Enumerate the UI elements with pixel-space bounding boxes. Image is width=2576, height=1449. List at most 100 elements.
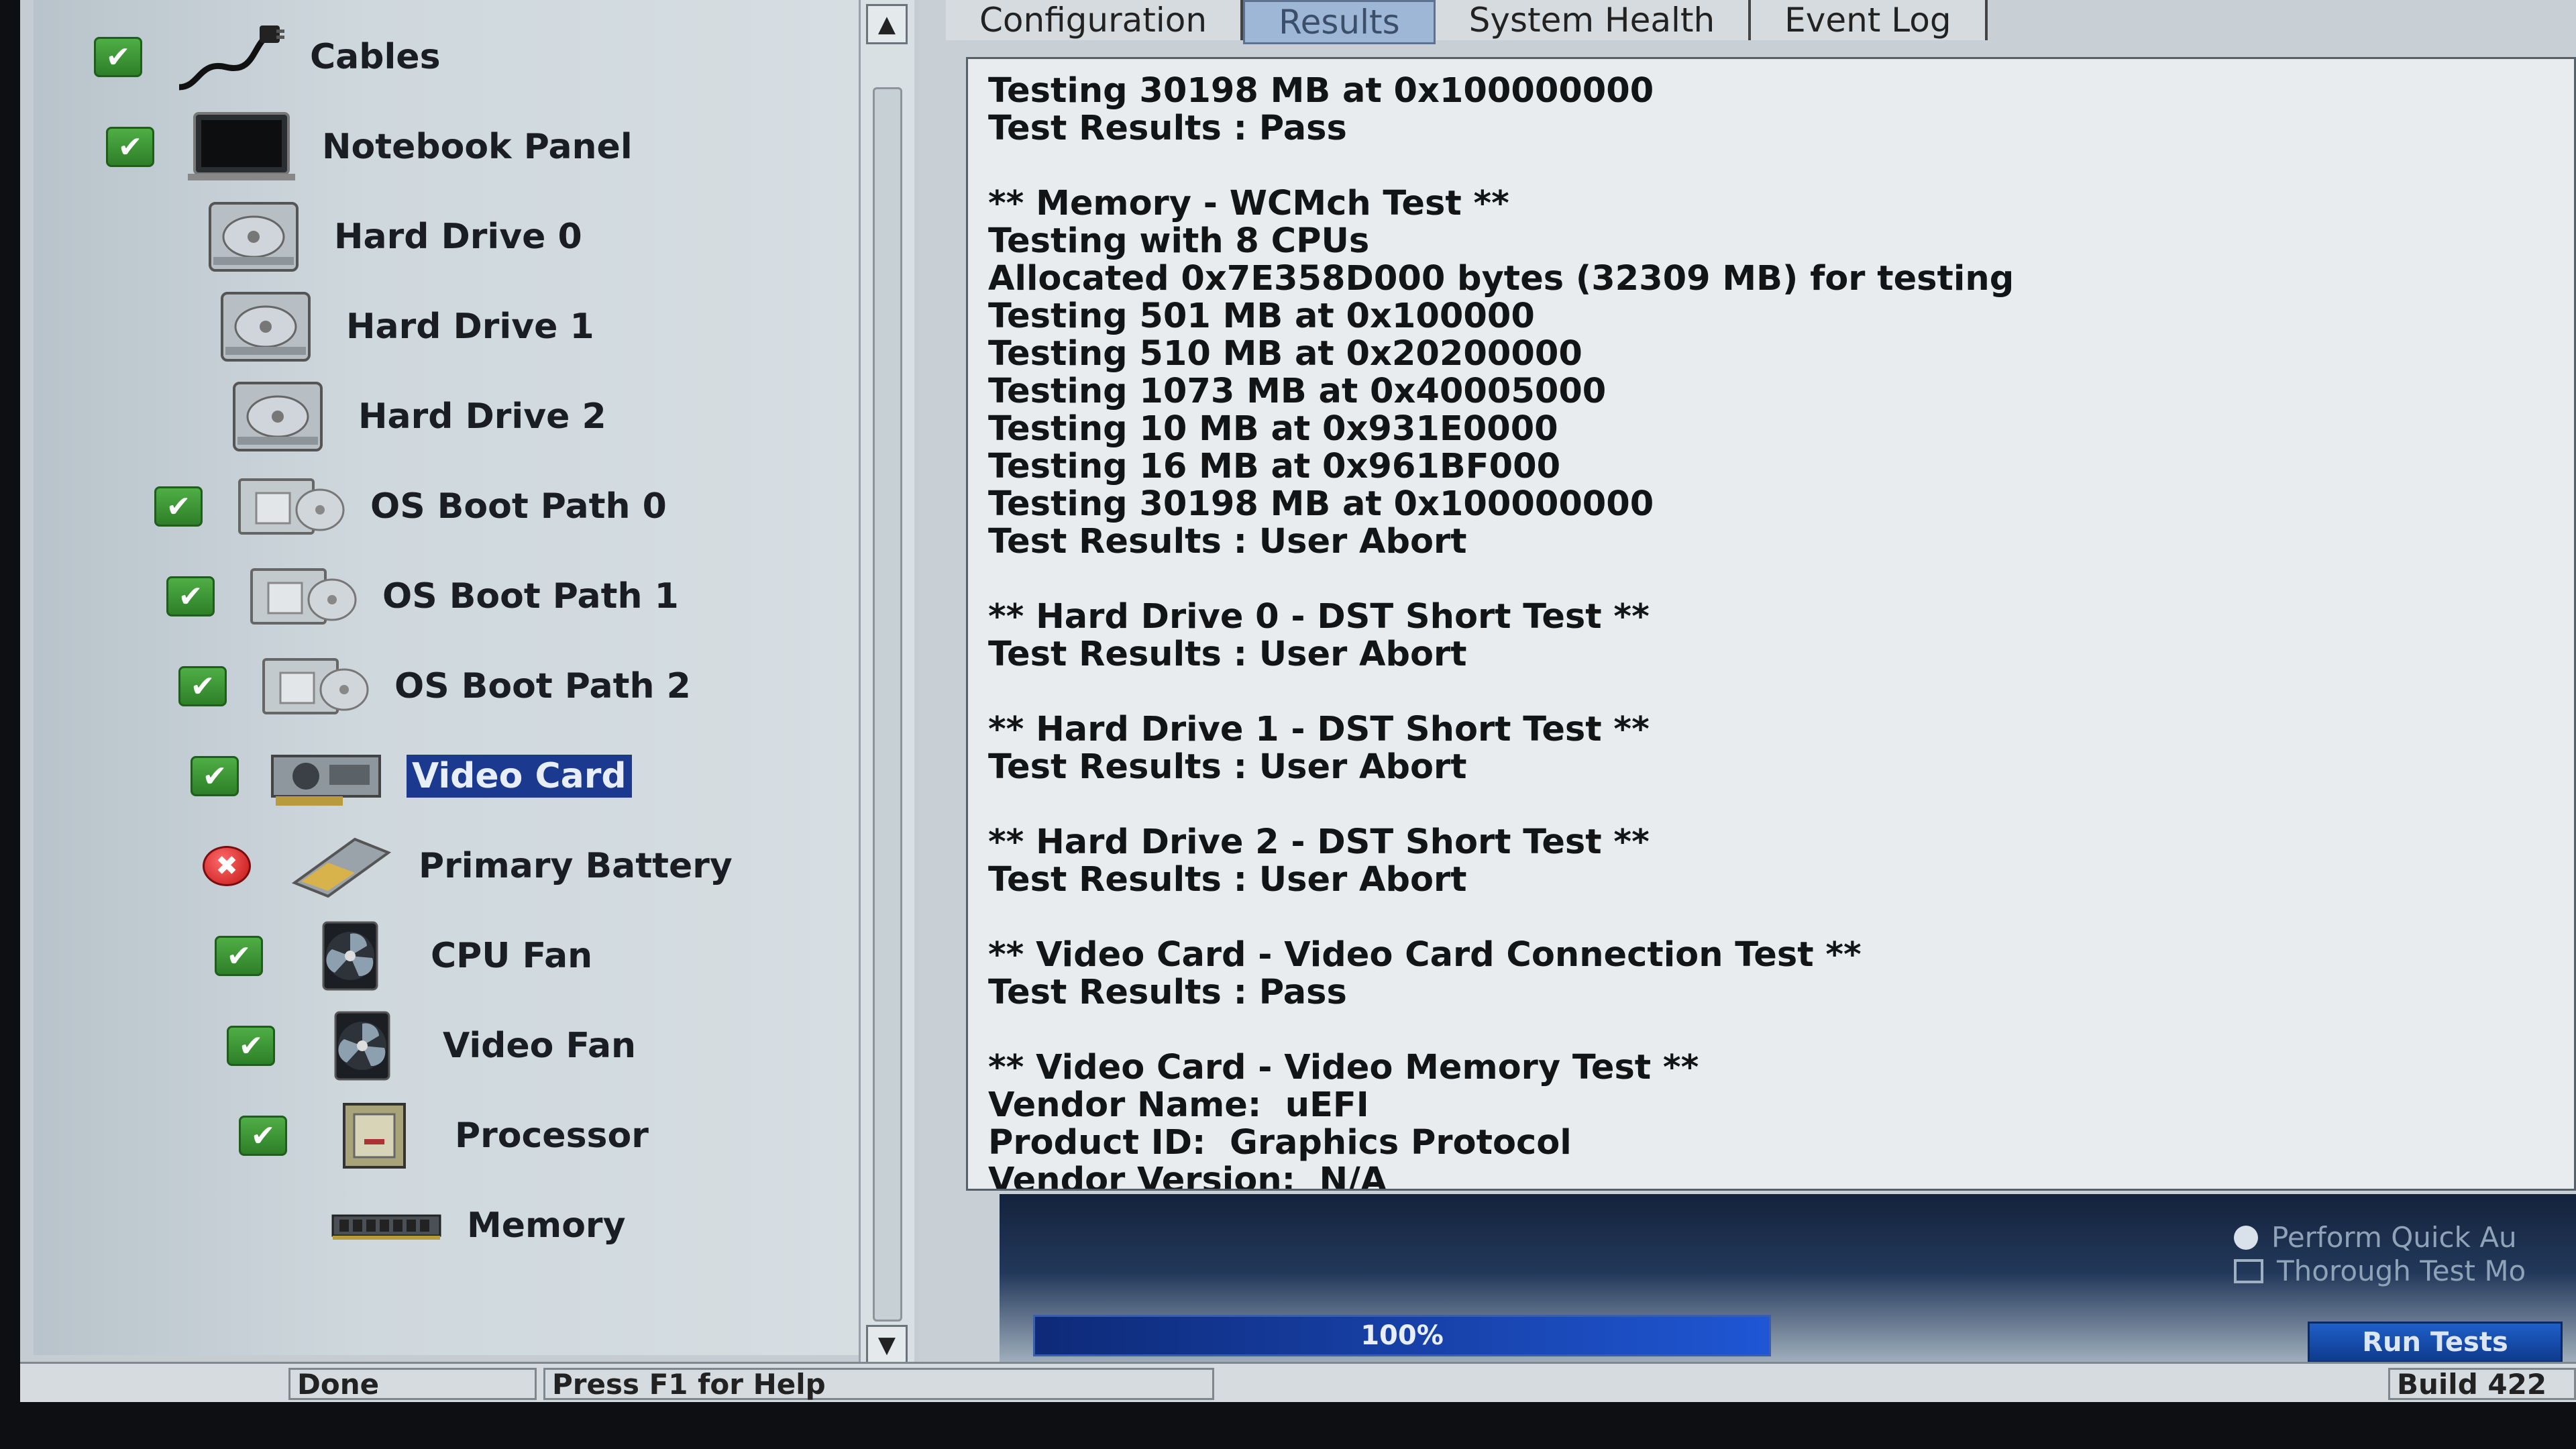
boot-path-icon [254,649,374,723]
log-line: Test Results : Pass [988,973,1347,1012]
check-icon: ✔ [215,936,263,976]
device-list: ✔ Cables ✔ Notebook Panel Hard Drive 0 Hard D… [34,0,874,1355]
laptop-icon [181,110,302,184]
log-line: Allocated 0x7E358D000 bytes (32309 MB) f… [988,259,2015,299]
tab-event-log[interactable]: Event Log [1751,0,1988,40]
scroll-up-button[interactable]: ▲ [866,4,908,44]
status-placeholder [251,1205,299,1246]
boot-path-icon [229,470,350,543]
log-section-heading: ** Memory - WCMch Test ** [988,184,1509,223]
progress-bar: 100% [1033,1315,1771,1356]
check-icon: ✔ [94,37,142,77]
device-item-memory[interactable]: Memory [251,1185,625,1266]
log-line: Testing with 8 CPUs [988,221,1370,261]
log-line: Testing 510 MB at 0x20200000 [988,334,1582,374]
device-item-notebook-panel[interactable]: ✔ Notebook Panel [106,107,633,187]
status-bar: Done Press F1 for Help Build 422 [20,1362,2576,1402]
status-placeholder [118,217,166,257]
fan-icon [290,919,411,993]
boot-path-icon [241,559,362,633]
error-icon: ✖ [203,846,251,886]
device-label: Cables [310,37,441,77]
memory-icon [326,1189,447,1263]
scroll-down-button[interactable]: ▼ [866,1325,908,1365]
device-item-video-fan[interactable]: ✔ Video Fan [227,1006,636,1086]
thorough-mode-option[interactable]: Thorough Test Mo [2234,1254,2526,1287]
device-item-primary-battery[interactable]: ✖ Primary Battery [203,826,733,906]
hard-drive-icon [205,290,326,364]
log-line: Test Results : User Abort [988,522,1467,561]
progress-label: 100% [1360,1320,1444,1351]
cable-icon [169,20,290,94]
check-icon: ✔ [227,1026,275,1066]
check-icon: ✔ [154,486,203,527]
device-label: OS Boot Path 1 [382,576,679,616]
hard-drive-icon [193,200,314,274]
results-log: Testing 30198 MB at 0x100000000 Test Resu… [966,57,2576,1191]
tab-system-health[interactable]: System Health [1435,0,1752,40]
log-line: Testing 10 MB at 0x931E0000 [988,409,1558,449]
check-icon: ✔ [166,576,215,616]
radio-icon[interactable] [2234,1225,2258,1250]
device-label: Memory [467,1205,626,1246]
thorough-option-label: Thorough Test Mo [2277,1254,2526,1287]
tab-results[interactable]: Results [1243,0,1436,44]
device-label: Hard Drive 0 [334,217,582,257]
device-item-os-boot-path-1[interactable]: ✔ OS Boot Path 1 [166,556,679,637]
device-label: OS Boot Path 0 [370,486,667,527]
battery-icon [278,829,398,903]
device-item-cpu-fan[interactable]: ✔ CPU Fan [215,916,592,996]
scroll-thumb[interactable] [873,87,902,1322]
tab-configuration[interactable]: Configuration [946,0,1244,40]
status-placeholder [142,396,191,437]
device-item-hard-drive-2[interactable]: Hard Drive 2 [142,376,606,457]
check-icon: ✔ [191,756,239,796]
fan-icon [302,1009,423,1083]
device-item-hard-drive-1[interactable]: Hard Drive 1 [130,286,594,367]
device-item-os-boot-path-2[interactable]: ✔ OS Boot Path 2 [178,646,691,727]
device-item-processor[interactable]: ✔ Processor [239,1095,649,1176]
help-hint: Press F1 for Help [543,1368,1214,1401]
log-section-heading: ** Hard Drive 2 - DST Short Test ** [988,822,1650,862]
status-placeholder [130,307,178,347]
device-label: Processor [455,1116,649,1156]
video-card-icon [266,739,386,813]
log-line: Testing 16 MB at 0x961BF000 [988,447,1561,486]
log-section-heading: ** Video Card - Video Card Connection Te… [988,935,1862,975]
device-item-cables[interactable]: ✔ Cables [94,17,441,97]
device-label: CPU Fan [431,936,593,976]
log-line: Vendor Name: uEFI [988,1085,1369,1125]
device-label: Hard Drive 1 [346,307,594,347]
log-line: Vendor Version: N/A [988,1161,1387,1191]
processor-icon [314,1099,435,1173]
log-line: Test Results : User Abort [988,860,1467,900]
check-icon: ✔ [239,1116,287,1156]
diagnostics-window: ✔ Cables ✔ Notebook Panel Hard Drive 0 Hard D… [20,0,2576,1402]
check-icon: ✔ [178,666,227,706]
log-line: Testing 30198 MB at 0x100000000 [988,484,1654,524]
log-line: Testing 501 MB at 0x100000 [988,297,1535,336]
device-list-scrollbar[interactable]: ▲ ▼ [859,0,914,1375]
run-tests-button[interactable]: Run Tests [2308,1322,2563,1363]
device-label: Notebook Panel [322,127,633,167]
device-label: OS Boot Path 2 [394,666,691,706]
quick-audio-option[interactable]: Perform Quick Au [2234,1221,2517,1254]
device-label: Video Card [407,755,632,798]
device-item-hard-drive-0[interactable]: Hard Drive 0 [118,197,582,277]
log-line: Testing 1073 MB at 0x40005000 [988,372,1607,411]
log-line: Test Results : User Abort [988,635,1467,674]
log-line: Test Results : User Abort [988,747,1467,787]
quick-option-label: Perform Quick Au [2271,1221,2517,1254]
device-item-os-boot-path-0[interactable]: ✔ OS Boot Path 0 [154,466,667,547]
log-line: Test Results : Pass [988,109,1347,148]
device-item-video-card[interactable]: ✔ Video Card [191,736,632,816]
checkbox-icon[interactable] [2234,1258,2263,1283]
build-number: Build 422 [2388,1368,2576,1401]
status-text: Done [288,1368,537,1401]
